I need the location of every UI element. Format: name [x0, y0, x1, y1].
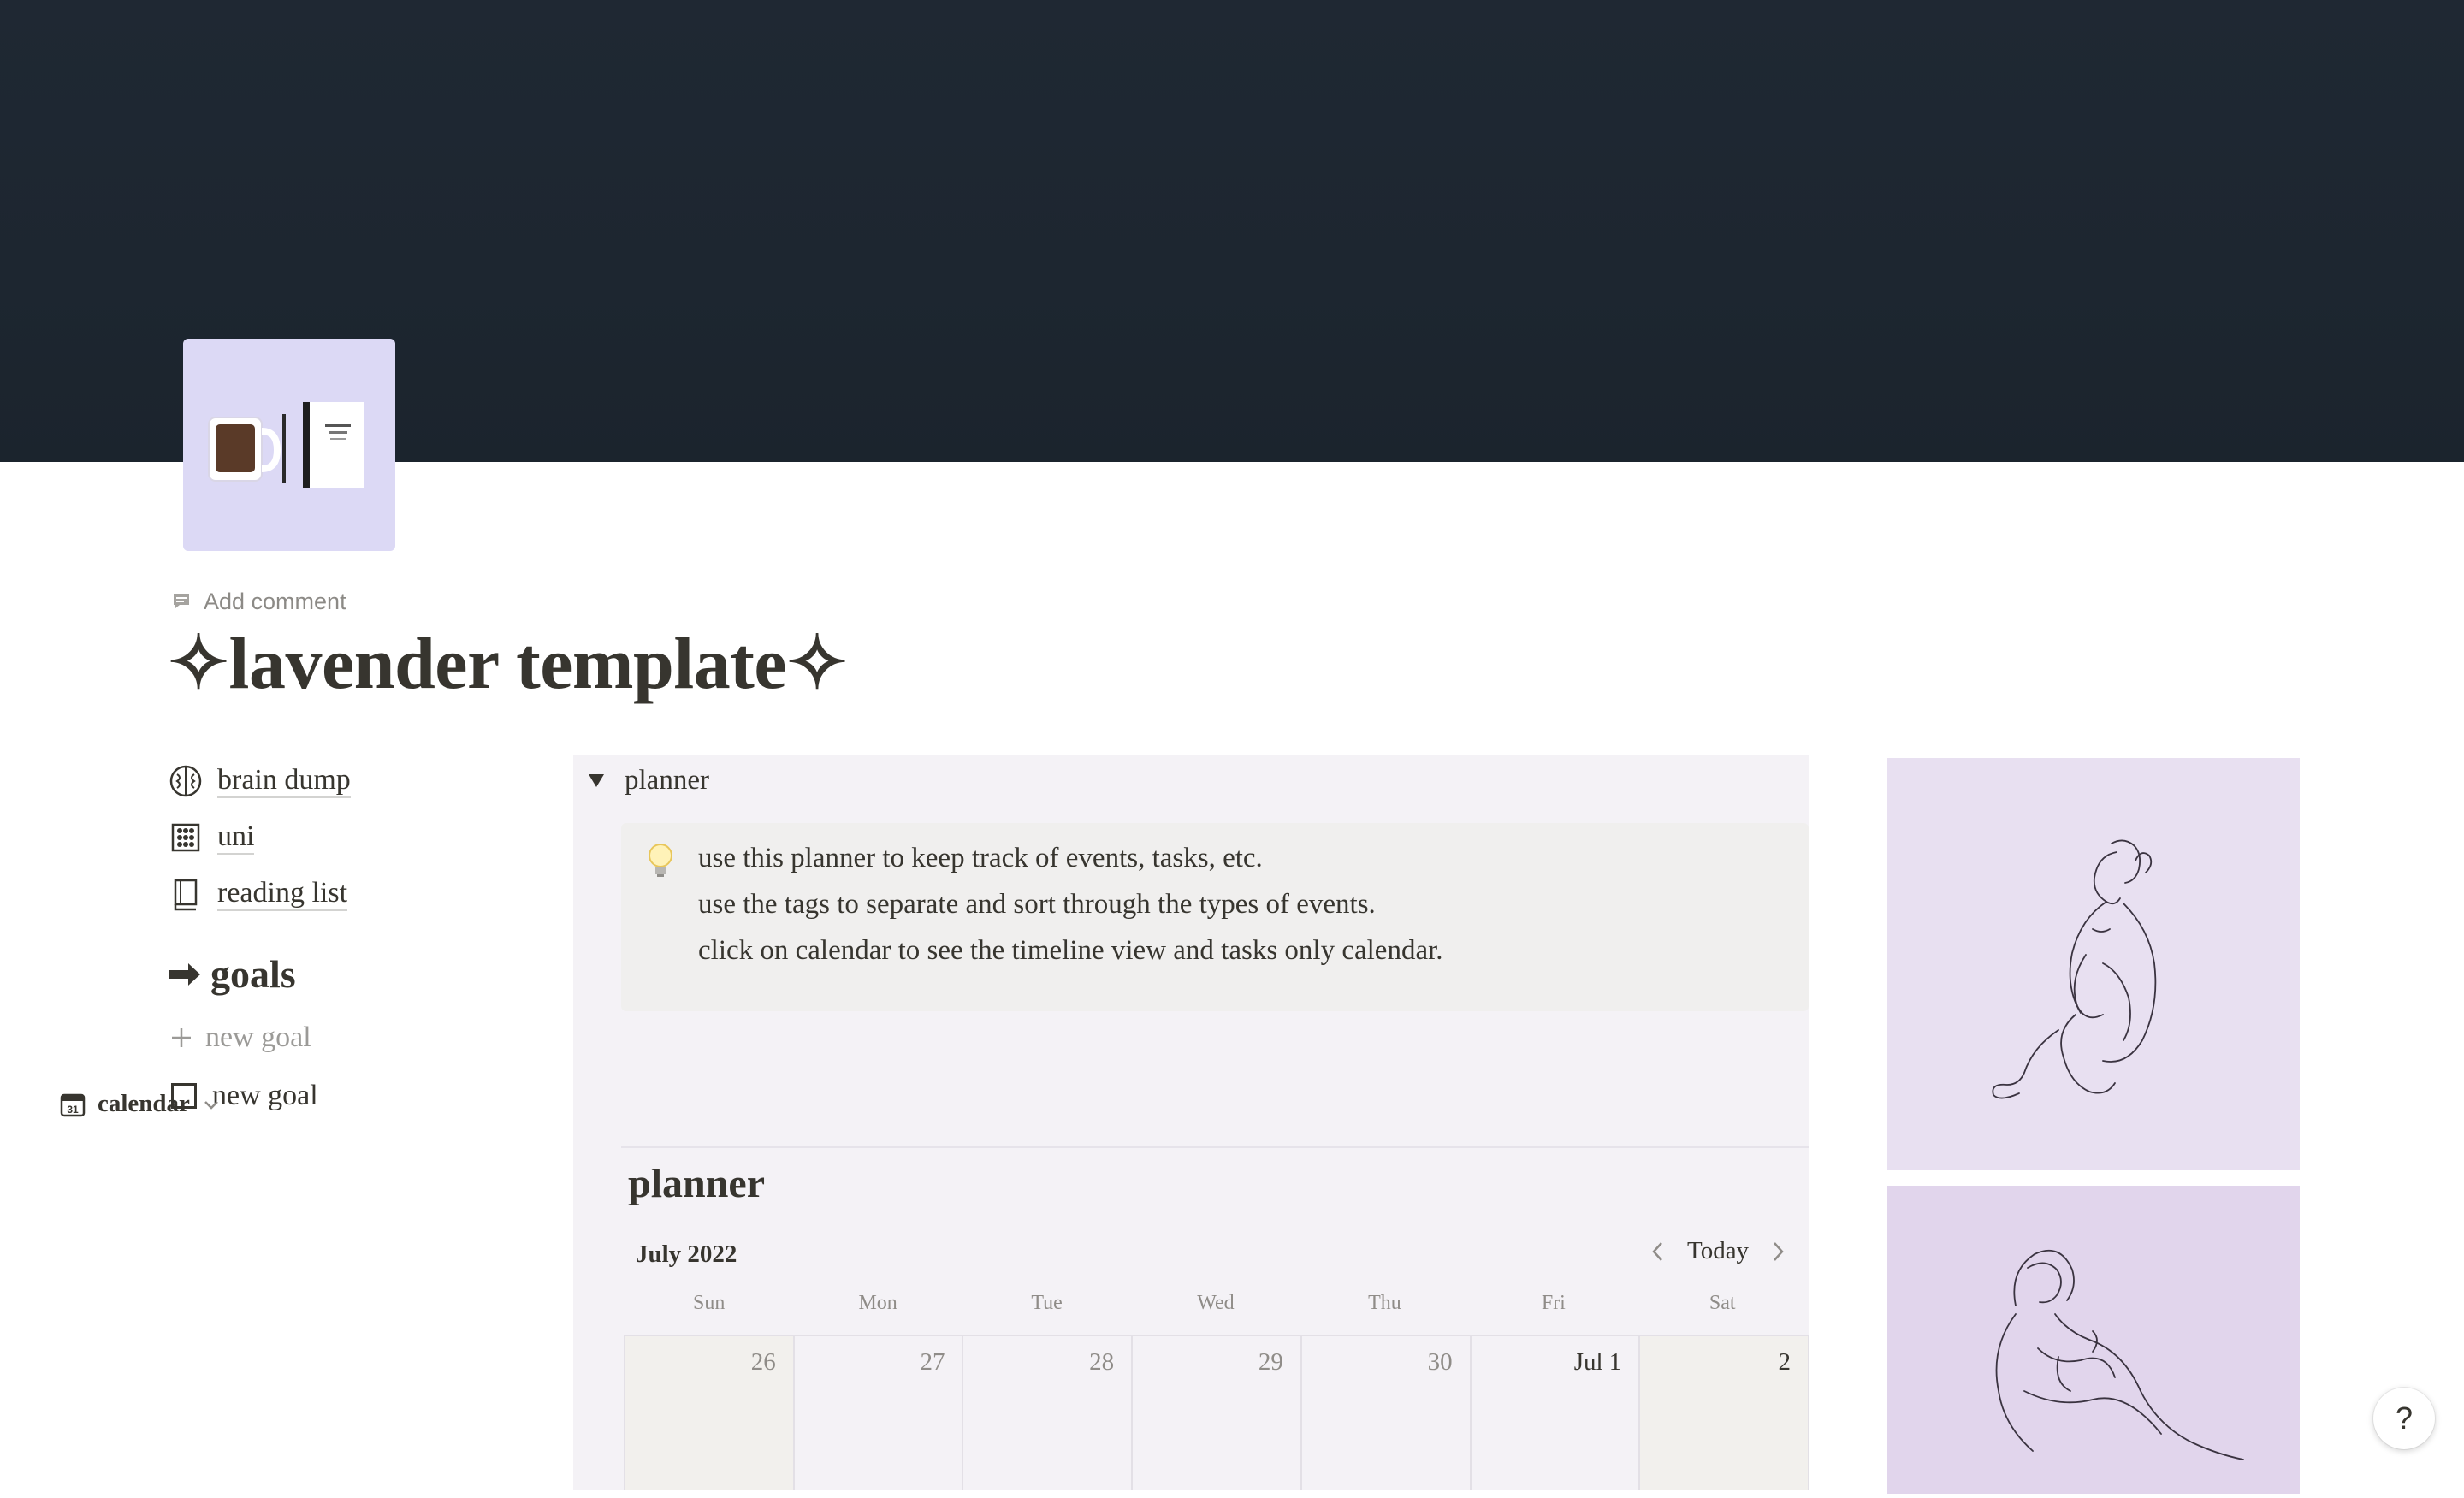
calendar-nav: Today [1650, 1237, 1786, 1265]
planner-callout: use this planner to keep track of events… [621, 823, 1809, 1011]
view-divider [621, 1146, 1809, 1148]
link-reading-list[interactable]: reading list [168, 866, 544, 922]
line-art-figure-sitting [1992, 839, 2157, 1099]
weekday-label: Sat [1709, 1292, 1736, 1314]
day-number: 28 [1089, 1348, 1115, 1376]
callout-line: use the tags to separate and sort throug… [698, 889, 1376, 920]
link-label: reading list [217, 877, 348, 911]
weekday-label: Thu [1368, 1292, 1401, 1314]
coffee-notebook-icon [208, 402, 364, 488]
link-uni[interactable]: uni [168, 809, 544, 866]
planner-toggle[interactable]: planner [587, 755, 709, 806]
calendar-day-cell[interactable]: Jul 1 [1471, 1336, 1641, 1490]
calendar-view-label: calendar [98, 1090, 190, 1117]
add-new-goal-button[interactable]: new goal [169, 1021, 311, 1054]
database-title[interactable]: planner [628, 1160, 765, 1207]
line-art-image-1 [1887, 758, 2300, 1170]
callout-text: use this planner to keep track of events… [698, 835, 1443, 974]
chevron-right-icon[interactable] [1769, 1240, 1786, 1263]
brain-icon [168, 763, 204, 799]
light-bulb-icon[interactable] [645, 842, 676, 879]
day-number: 26 [750, 1348, 776, 1376]
weekday-label: Mon [858, 1292, 897, 1314]
goal-label[interactable]: new goal [212, 1080, 318, 1112]
abacus-icon [168, 820, 204, 856]
weekday-label: Sun [693, 1292, 726, 1314]
month-label: July 2022 [636, 1240, 737, 1268]
book-icon [168, 876, 204, 912]
link-label: brain dump [217, 764, 351, 798]
page-icon-coffee-notebook[interactable] [183, 339, 395, 551]
line-art-figure-reclining [1995, 1249, 2244, 1460]
day-number: 30 [1427, 1348, 1453, 1376]
chevron-left-icon[interactable] [1650, 1240, 1667, 1263]
calendar-view-tab[interactable]: 31 calendar [60, 1090, 221, 1118]
day-number: 29 [1258, 1348, 1283, 1376]
goals-heading-label: goals [210, 952, 296, 996]
weekday-label: Tue [1031, 1292, 1063, 1314]
plus-icon [172, 1028, 191, 1047]
chevron-down-icon[interactable] [202, 1095, 221, 1114]
calendar-day-cell[interactable]: 28 [963, 1336, 1134, 1490]
add-comment-button[interactable]: Add comment [171, 587, 346, 616]
help-button[interactable]: ? [2373, 1388, 2435, 1449]
page-title[interactable]: ✧lavender template✧ [168, 620, 848, 706]
callout-line: use this planner to keep track of events… [698, 843, 1263, 873]
comment-icon [174, 594, 189, 608]
planner-toggle-label: planner [625, 764, 709, 796]
link-list: brain dump uni reading list [168, 753, 544, 922]
day-number: 2 [1778, 1348, 1792, 1376]
calendar-day-cell[interactable]: 27 [794, 1336, 964, 1490]
arrow-right-icon [169, 962, 200, 986]
add-comment-label: Add comment [204, 588, 346, 614]
day-number: 27 [920, 1348, 945, 1376]
calendar-day-cell[interactable]: 2 [1640, 1336, 1810, 1490]
line-art-image-2 [1887, 1186, 2300, 1494]
weekday-label: Fri [1541, 1292, 1566, 1314]
link-label: uni [217, 820, 255, 855]
svg-text:31: 31 [67, 1104, 79, 1116]
calendar-day-cell[interactable]: 29 [1133, 1336, 1302, 1490]
calendar-31-icon: 31 [60, 1093, 86, 1116]
day-number: Jul 1 [1573, 1348, 1622, 1376]
weekday-label: Wed [1197, 1292, 1235, 1314]
weekday-header: Sun Mon Tue Wed Thu Fri Sat [625, 1292, 1807, 1315]
today-button[interactable]: Today [1687, 1237, 1749, 1265]
callout-line: click on calendar to see the timeline vi… [698, 935, 1443, 966]
calendar-grid: 26 27 28 29 30 Jul 1 2 [624, 1335, 1810, 1490]
triangle-down-icon[interactable] [587, 771, 606, 790]
goals-heading[interactable]: goals [168, 951, 296, 997]
add-new-goal-label: new goal [205, 1021, 311, 1053]
calendar-day-cell[interactable]: 26 [625, 1336, 795, 1490]
calendar-day-cell[interactable]: 30 [1301, 1336, 1472, 1490]
link-brain-dump[interactable]: brain dump [168, 753, 544, 809]
